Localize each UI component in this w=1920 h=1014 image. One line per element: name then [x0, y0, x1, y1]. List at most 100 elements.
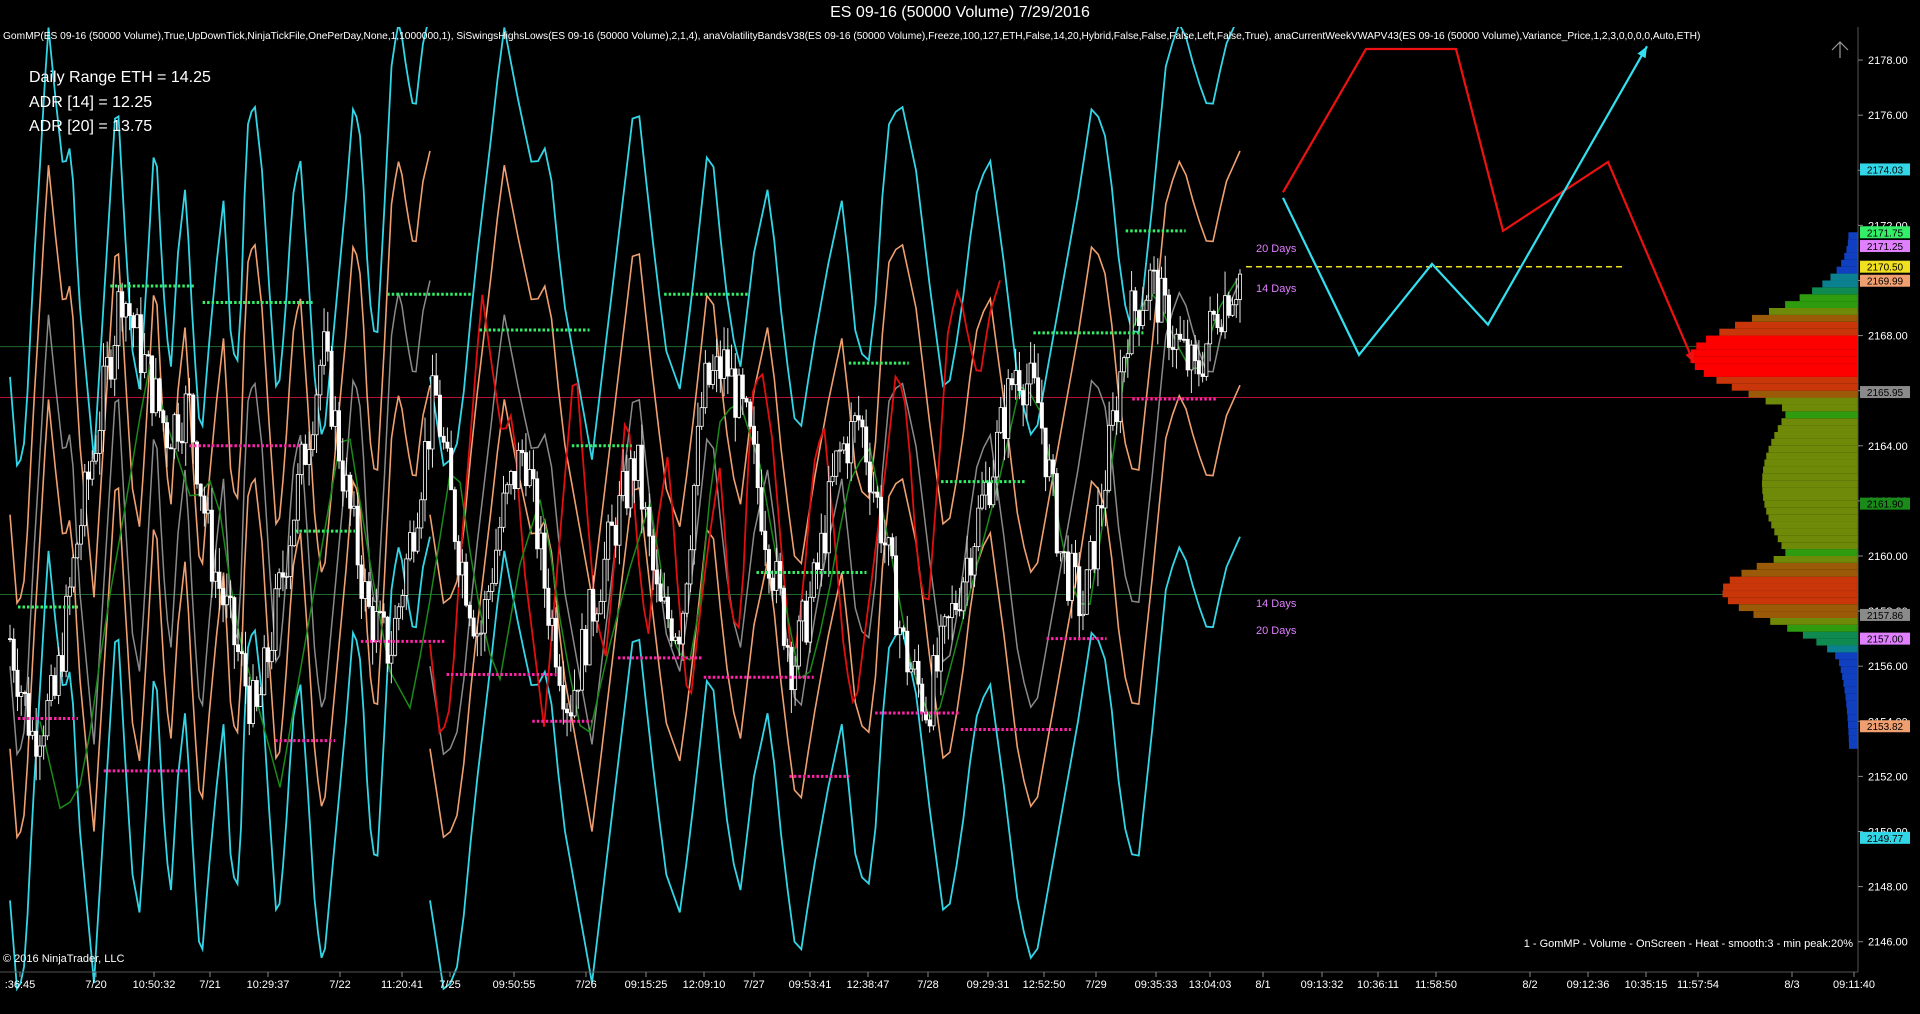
candle-body	[1140, 309, 1145, 327]
time-tick-label: :36:45	[5, 979, 36, 991]
profile-bar	[1840, 666, 1858, 674]
candle-body	[19, 691, 24, 697]
candle-body	[808, 596, 813, 643]
candle-body	[1039, 402, 1044, 429]
profile-bar	[1690, 356, 1858, 364]
profile-bar	[1748, 390, 1858, 398]
candle-body	[965, 557, 970, 583]
time-tick-label: 10:50:32	[133, 979, 176, 991]
candle-body	[882, 542, 887, 546]
candle-body	[1189, 344, 1194, 371]
label-lower-20-days: 20 Days	[1256, 625, 1297, 637]
candle-body	[292, 519, 297, 547]
candle-body	[920, 683, 925, 713]
time-tick-label: 09:13:32	[1301, 979, 1344, 991]
candle-body	[49, 675, 54, 701]
profile-bar	[1799, 294, 1858, 302]
candle-body	[75, 543, 80, 559]
candle-body	[187, 393, 192, 396]
candle-body	[1215, 313, 1220, 329]
candle	[254, 676, 259, 712]
candle-body	[393, 617, 398, 656]
candle-body	[22, 691, 27, 694]
candle-body	[86, 471, 91, 480]
price-chart[interactable]: 2146.002148.002150.002152.002154.002156.…	[0, 27, 1920, 1014]
candle-body	[131, 315, 136, 329]
candle-body	[157, 378, 162, 412]
candle-body	[912, 660, 917, 670]
candle-body	[1032, 362, 1037, 379]
candle-body	[179, 440, 184, 444]
profile-bar	[1764, 500, 1858, 508]
candle-body	[748, 401, 753, 427]
candle-body	[1226, 295, 1231, 316]
profile-bar	[1763, 466, 1858, 474]
candle-body	[983, 481, 988, 496]
profile-bar	[1844, 252, 1858, 260]
candle-body	[617, 495, 622, 546]
candle-body	[60, 655, 65, 672]
candle-body	[527, 469, 532, 487]
candle-body	[695, 425, 700, 486]
profile-bar	[1847, 239, 1858, 247]
time-tick-label: 8/3	[1784, 979, 1799, 991]
candle-body	[815, 562, 820, 570]
candle-body	[1196, 360, 1201, 375]
candle-body	[142, 354, 147, 373]
price-tag-label: 2165.95	[1867, 388, 1904, 399]
candle	[329, 345, 334, 430]
profile-bar	[1827, 645, 1858, 653]
candle	[292, 519, 297, 548]
candle-body	[613, 525, 618, 546]
candle-body	[512, 471, 517, 490]
candle-body	[1133, 290, 1138, 312]
candle-body	[1144, 299, 1149, 311]
candle-body	[587, 588, 592, 666]
profile-bar	[1836, 266, 1858, 274]
time-tick-label: 09:11:40	[1833, 979, 1875, 991]
candle-body	[97, 430, 102, 454]
time-tick-label: 10:29:37	[247, 979, 290, 991]
candle-body	[508, 471, 513, 486]
price-tag-label: 2170.50	[1867, 263, 1904, 274]
profile-bar	[1777, 425, 1858, 432]
time-tick-label: 09:15:25	[625, 979, 668, 991]
candle-body	[1047, 459, 1052, 478]
profile-bar	[1847, 714, 1858, 722]
candle-body	[1122, 357, 1127, 373]
profile-bar	[1766, 452, 1858, 460]
candle-body	[703, 362, 708, 409]
candle-body	[101, 365, 106, 431]
candle-body	[415, 527, 420, 552]
candle-body	[1200, 373, 1205, 377]
candle-body	[759, 487, 764, 532]
candle-body	[194, 441, 199, 485]
candle-body	[1110, 410, 1115, 426]
profile-bar	[1835, 652, 1858, 660]
candle-body	[931, 655, 936, 727]
price-tick-label: 2146.00	[1868, 937, 1908, 949]
candle-body	[351, 505, 356, 509]
candle-body	[1125, 353, 1130, 359]
candle-body	[221, 587, 226, 606]
candle	[583, 624, 588, 673]
window-title: ES 09-16 (50000 Volume) 7/29/2016	[830, 4, 1090, 21]
candle-body	[1002, 407, 1007, 439]
profile-bar	[1816, 638, 1858, 646]
candle-body	[516, 449, 521, 490]
candle-body	[609, 521, 614, 526]
candle-body	[437, 394, 442, 437]
time-tick-label: 09:35:33	[1135, 979, 1178, 991]
candle-body	[714, 356, 719, 371]
profile-bar	[1822, 280, 1858, 288]
candle-body	[325, 331, 330, 352]
profile-bar	[1762, 480, 1858, 488]
time-tick-label: 8/1	[1255, 979, 1270, 991]
candle-body	[198, 483, 203, 497]
candle-body	[456, 541, 461, 576]
candle-body	[355, 505, 360, 566]
time-tick-label: 7/20	[85, 979, 106, 991]
candle-body	[333, 410, 338, 427]
candle-body	[71, 557, 76, 588]
label-lower-14-days: 14 Days	[1256, 598, 1297, 610]
